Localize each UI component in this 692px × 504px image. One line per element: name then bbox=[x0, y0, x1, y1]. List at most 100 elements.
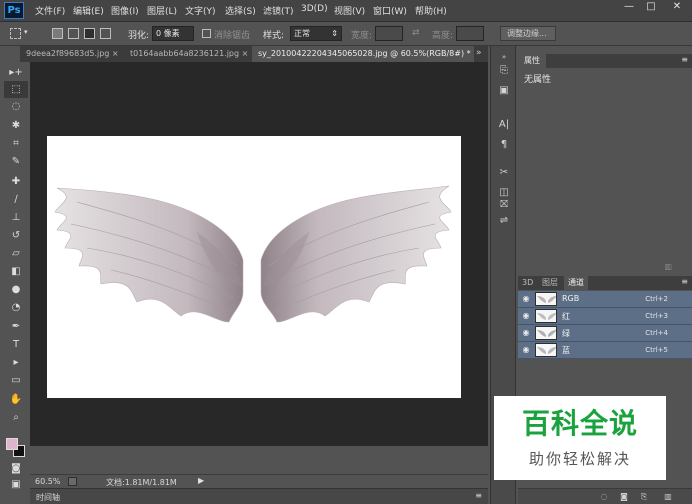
brush-tool-icon[interactable]: ∕ bbox=[4, 191, 28, 208]
timeline-label[interactable]: 时间轴 bbox=[36, 492, 60, 503]
screen-mode-icon[interactable]: ▣ bbox=[4, 476, 28, 493]
pen-tool-icon[interactable]: ✒ bbox=[4, 318, 28, 335]
quick-mask-icon[interactable]: ◙ bbox=[4, 460, 28, 477]
move-tool-icon[interactable]: ▸+ bbox=[4, 64, 28, 81]
tab-3d[interactable]: 3D bbox=[518, 276, 537, 290]
paragraph-panel-icon[interactable]: ¶ bbox=[491, 136, 517, 154]
ps-logo: Ps bbox=[4, 2, 24, 19]
menu-edit[interactable]: 编辑(E) bbox=[73, 4, 104, 17]
channel-row-green[interactable]: ◉ 绿 Ctrl+4 bbox=[518, 325, 692, 342]
tab-label: sy_20100422204345065028.jpg @ 60.5%(RGB/… bbox=[258, 49, 471, 58]
menu-3d[interactable]: 3D(D) bbox=[301, 4, 328, 14]
document-size: 文档:1.81M/1.81M bbox=[106, 478, 177, 487]
menu-view[interactable]: 视图(V) bbox=[334, 4, 365, 17]
tab-overflow-icon[interactable]: » bbox=[476, 48, 482, 58]
width-input[interactable] bbox=[375, 26, 403, 41]
style-select[interactable]: 正常 ⇕ bbox=[290, 26, 342, 41]
close-button[interactable]: ✕ bbox=[664, 0, 690, 14]
delete-channel-icon[interactable]: ▥ bbox=[662, 491, 674, 503]
channel-shortcut: Ctrl+3 bbox=[645, 312, 668, 320]
eraser-tool-icon[interactable]: ▱ bbox=[4, 245, 28, 262]
timeline-bar[interactable]: 时间轴 ≡ bbox=[30, 488, 488, 504]
hand-tool-icon[interactable]: ✋ bbox=[4, 391, 28, 408]
adjustments-icon[interactable]: ⇌ bbox=[491, 212, 517, 230]
marquee-tool-preset-icon[interactable] bbox=[10, 28, 21, 39]
new-selection-icon[interactable] bbox=[52, 28, 63, 39]
load-selection-icon[interactable]: ◌ bbox=[598, 491, 610, 503]
document-tabs: 9deea2f89683d5.jpg × t0164aabb64a8236121… bbox=[20, 46, 488, 62]
tab-layers[interactable]: 图层 bbox=[538, 276, 562, 290]
history-brush-tool-icon[interactable]: ↺ bbox=[4, 227, 28, 244]
dropdown-arrow-icon[interactable]: ▾ bbox=[24, 28, 28, 36]
lasso-tool-icon[interactable]: ◌ bbox=[4, 98, 28, 115]
history-panel-icon[interactable]: ⎘ bbox=[491, 62, 517, 80]
menu-select[interactable]: 选择(S) bbox=[225, 4, 256, 17]
status-info-icon[interactable] bbox=[68, 477, 77, 486]
antialias-checkbox[interactable] bbox=[202, 29, 211, 38]
marquee-tool-icon[interactable]: ⬚ bbox=[4, 81, 28, 98]
panel-menu-icon[interactable]: ≡ bbox=[681, 55, 688, 64]
feather-input[interactable]: 0 像素 bbox=[152, 26, 194, 41]
tab-doc-2[interactable]: t0164aabb64a8236121.jpg × bbox=[124, 46, 252, 62]
panel-menu-icon[interactable]: ≡ bbox=[681, 277, 688, 286]
menu-layer[interactable]: 图层(L) bbox=[147, 4, 177, 17]
save-selection-icon[interactable]: ◙ bbox=[618, 491, 630, 503]
height-input[interactable] bbox=[456, 26, 484, 41]
properties-panel: 属性 ≡ 无属性 ▥ bbox=[518, 54, 692, 274]
menu-image[interactable]: 图像(I) bbox=[111, 4, 139, 17]
magic-wand-tool-icon[interactable]: ✱ bbox=[4, 117, 28, 134]
stamp-tool-icon[interactable]: ⊥ bbox=[4, 209, 28, 226]
zoom-tool-icon[interactable]: ⌕ bbox=[4, 409, 28, 426]
healing-tool-icon[interactable]: ✚ bbox=[4, 173, 28, 190]
trash-icon[interactable]: ▥ bbox=[664, 262, 672, 271]
tab-close-icon[interactable]: × bbox=[473, 49, 474, 58]
timeline-menu-icon[interactable]: ≡ bbox=[475, 491, 482, 500]
subtract-selection-icon[interactable] bbox=[84, 28, 95, 39]
character-panel-icon[interactable]: A| bbox=[491, 116, 517, 134]
minimize-button[interactable]: — bbox=[618, 0, 640, 14]
tab-doc-1[interactable]: 9deea2f89683d5.jpg × bbox=[20, 46, 124, 62]
path-select-tool-icon[interactable]: ▸ bbox=[4, 354, 28, 371]
visibility-eye-icon[interactable]: ◉ bbox=[521, 345, 531, 355]
menu-filter[interactable]: 滤镜(T) bbox=[263, 4, 294, 17]
tool-presets-icon[interactable]: ✂ bbox=[491, 164, 517, 182]
channel-row-blue[interactable]: ◉ 蓝 Ctrl+5 bbox=[518, 342, 692, 359]
add-selection-icon[interactable] bbox=[68, 28, 79, 39]
zoom-level[interactable]: 60.5% bbox=[35, 477, 60, 486]
maximize-button[interactable]: □ bbox=[640, 0, 662, 14]
actions-panel-icon[interactable]: ▣ bbox=[491, 82, 517, 100]
foreground-color-swatch-top[interactable] bbox=[6, 438, 18, 450]
menu-window[interactable]: 窗口(W) bbox=[373, 4, 407, 17]
tab-close-icon[interactable]: × bbox=[112, 49, 119, 58]
crop-tool-icon[interactable]: ⌗ bbox=[4, 135, 28, 152]
intersect-selection-icon[interactable] bbox=[100, 28, 111, 39]
channel-name: RGB bbox=[562, 294, 580, 303]
swap-icon[interactable]: ⇄ bbox=[412, 28, 420, 38]
type-tool-icon[interactable]: T bbox=[4, 336, 28, 353]
visibility-eye-icon[interactable]: ◉ bbox=[521, 311, 531, 321]
menu-bar: Ps 文件(F) 编辑(E) 图像(I) 图层(L) 文字(Y) 选择(S) 滤… bbox=[0, 0, 692, 22]
status-menu-arrow-icon[interactable]: ▶ bbox=[198, 476, 204, 485]
shape-tool-icon[interactable]: ▭ bbox=[4, 372, 28, 389]
new-channel-icon[interactable]: ⎘ bbox=[638, 491, 650, 503]
photoshop-window: Ps 文件(F) 编辑(E) 图像(I) 图层(L) 文字(Y) 选择(S) 滤… bbox=[0, 0, 692, 504]
blur-tool-icon[interactable]: ● bbox=[4, 281, 28, 298]
menu-help[interactable]: 帮助(H) bbox=[415, 4, 447, 17]
visibility-eye-icon[interactable]: ◉ bbox=[521, 328, 531, 338]
document-canvas[interactable] bbox=[47, 136, 461, 398]
eyedropper-tool-icon[interactable]: ✎ bbox=[4, 153, 28, 170]
channel-row-red[interactable]: ◉ 红 Ctrl+3 bbox=[518, 308, 692, 325]
gradient-tool-icon[interactable]: ◧ bbox=[4, 263, 28, 280]
channel-name: 绿 bbox=[562, 329, 570, 338]
tab-doc-3[interactable]: sy_20100422204345065028.jpg @ 60.5%(RGB/… bbox=[252, 46, 474, 62]
menu-type[interactable]: 文字(Y) bbox=[185, 4, 216, 17]
refine-edge-button[interactable]: 调整边缘... bbox=[500, 26, 556, 41]
channel-row-rgb[interactable]: ◉ RGB Ctrl+2 bbox=[518, 291, 692, 308]
wings-thumbnail-icon bbox=[537, 296, 556, 303]
tab-channels[interactable]: 通道 bbox=[564, 276, 588, 290]
tab-properties[interactable]: 属性 bbox=[518, 54, 546, 68]
visibility-eye-icon[interactable]: ◉ bbox=[521, 294, 531, 304]
dodge-tool-icon[interactable]: ◔ bbox=[4, 299, 28, 316]
menu-file[interactable]: 文件(F) bbox=[35, 4, 65, 17]
tab-close-icon[interactable]: × bbox=[242, 49, 249, 58]
